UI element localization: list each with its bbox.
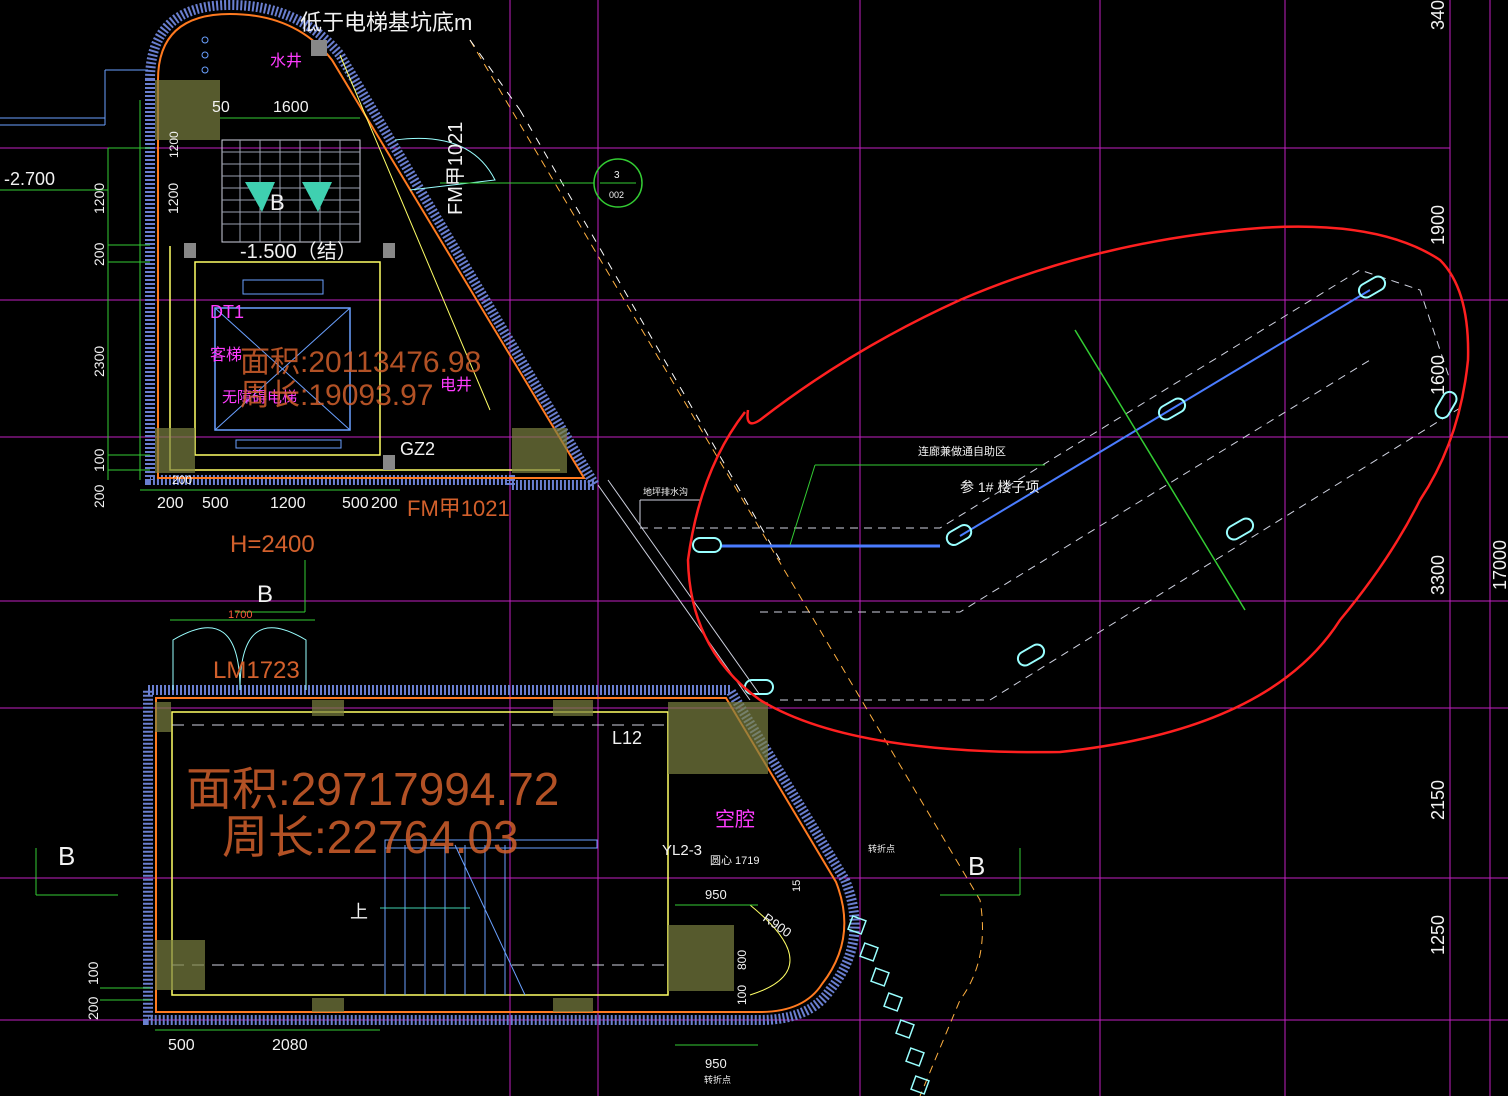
- dim-low-2080: 2080: [272, 1037, 308, 1054]
- right-ramp-outline-2: [607, 479, 761, 696]
- note-small-left: 地坪排水沟: [643, 486, 688, 497]
- void-label: 空腔: [715, 808, 755, 831]
- dim-bot-500a: 500: [202, 495, 229, 512]
- corridor-structure: [639, 269, 1461, 701]
- section-mark-left: B: [58, 841, 75, 871]
- perimeter-upper: 周长:19093.97: [240, 379, 433, 412]
- dim-right-1250: 1250: [1428, 915, 1448, 955]
- red-highlight-loop: [686, 225, 1470, 754]
- area-lower: 面积:29717994.72: [186, 763, 559, 815]
- door-bottom-label: FM甲1021: [407, 496, 510, 521]
- note-ref: 参 1# 楼子项: [960, 479, 1039, 495]
- dim-right-17000: 17000: [1490, 540, 1508, 590]
- area-upper: 面积:20113476.98: [240, 346, 481, 379]
- dim-left-1200a: 1200: [91, 183, 107, 214]
- note-corridor: 连廊兼做通自助区: [918, 444, 1006, 458]
- dim-right-2150: 2150: [1428, 780, 1448, 820]
- dim-950a: 950: [705, 887, 727, 902]
- dim-left-2300: 2300: [91, 346, 107, 377]
- dim-right-1600: 1600: [1428, 355, 1448, 395]
- dim-100c: 100: [735, 985, 749, 1005]
- diagonal-dash-line: [469, 39, 521, 111]
- h-value: H=2400: [230, 531, 315, 558]
- section-mark-shaft: B: [270, 190, 285, 215]
- dim-low-100: 100: [85, 961, 101, 985]
- dim-left-100: 100: [91, 448, 107, 472]
- dim-left-1200b: 1200: [165, 183, 181, 214]
- water-well-label: 水井: [270, 52, 302, 70]
- door-top-label: FM甲1021: [445, 122, 467, 215]
- dim-bot-200a: 200: [157, 495, 184, 512]
- gz2-label: GZ2: [400, 439, 435, 459]
- perimeter-lower: 周长:22764.03: [222, 811, 519, 863]
- up-label: 上: [350, 902, 368, 922]
- dim-right-1900: 1900: [1428, 205, 1448, 245]
- section-mark-right: B: [968, 851, 985, 881]
- cad-drawing-canvas[interactable]: 低于电梯基坑底m 水井 电井 DT1 客梯 无障碍电梯 -1.500（结） -2…: [0, 0, 1508, 1096]
- elevator-code: DT1: [210, 302, 244, 322]
- dim-top-1600: 1600: [273, 99, 309, 116]
- note-small-bottom: 转折点: [704, 1074, 731, 1085]
- dim-bot-1200: 1200: [270, 495, 306, 512]
- dim-top-50: 50: [212, 99, 230, 116]
- ref-circle-bottom: 002: [609, 190, 624, 200]
- upper-core-building: [145, 0, 604, 490]
- dim-left-200b: 200: [91, 484, 107, 508]
- lm1723-label: LM1723: [213, 657, 300, 684]
- note-small-right: 转折点: [868, 843, 895, 854]
- dim-right-340: 340: [1428, 0, 1448, 30]
- r900-label: R900: [760, 910, 794, 940]
- yl23-label: YL2-3: [662, 842, 702, 859]
- level-left: -2.700: [4, 169, 55, 189]
- dim-low-500: 500: [168, 1037, 195, 1054]
- pit-note: 低于电梯基坑底m: [300, 10, 472, 35]
- dim-800: 800: [735, 950, 749, 970]
- ref-circle-top: 3: [614, 170, 620, 181]
- elevator-type: 客梯: [210, 346, 242, 364]
- dim-right-3300: 3300: [1428, 555, 1448, 595]
- arc-note: 圆心 1719: [710, 854, 760, 867]
- dim-15: 15: [791, 880, 803, 892]
- dim-low-200: 200: [85, 996, 101, 1020]
- dim-950b: 950: [705, 1056, 727, 1071]
- dim-inner-1200: 1200: [167, 131, 181, 158]
- dim-left-200a: 200: [91, 242, 107, 266]
- right-ramp-outline: [597, 484, 751, 701]
- section-mark-top: B: [257, 581, 273, 608]
- dim-1700: 1700: [228, 609, 252, 621]
- dim-bot-200b: 200: [371, 495, 398, 512]
- dim-bot-500b: 500: [342, 495, 369, 512]
- pit-level: -1.500（结）: [240, 240, 357, 263]
- dim-inner-200: 200: [172, 473, 192, 487]
- l12-label: L12: [612, 728, 642, 748]
